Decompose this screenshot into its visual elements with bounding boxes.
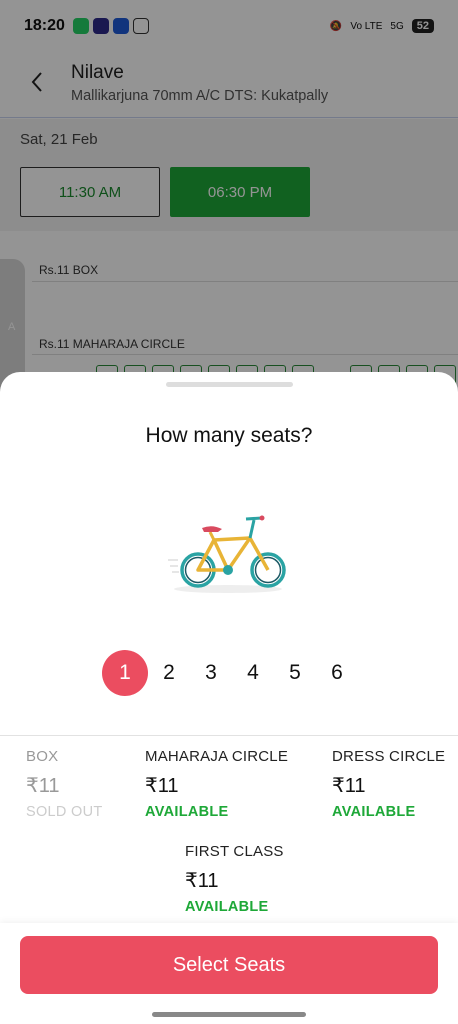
tier-status: SOLD OUT: [26, 804, 103, 820]
tier-name: MAHARAJA CIRCLE: [145, 748, 289, 765]
sheet-divider: [0, 735, 458, 736]
tier-maharaja-circle: MAHARAJA CIRCLE ₹11 AVAILABLE: [145, 748, 288, 820]
tier-name: BOX: [26, 748, 59, 765]
tier-price: ₹11: [185, 870, 219, 892]
tier-price: ₹11: [26, 775, 60, 797]
tier-first-class: FIRST CLASS ₹11 AVAILABLE: [185, 843, 284, 915]
seat-count-selector: 1 2 3 4 5 6: [102, 650, 358, 696]
bicycle-illustration-icon: [168, 515, 286, 593]
tier-price: ₹11: [145, 775, 179, 797]
seat-count-option[interactable]: 6: [316, 650, 358, 696]
seat-count-option[interactable]: 2: [148, 650, 190, 696]
sheet-drag-handle[interactable]: [166, 382, 293, 387]
tier-name: DRESS CIRCLE: [332, 748, 446, 765]
tier-status: AVAILABLE: [145, 804, 229, 820]
sheet-title: How many seats?: [145, 424, 313, 447]
seat-count-option[interactable]: 4: [232, 650, 274, 696]
sheet-footer: Select Seats: [0, 923, 458, 1024]
seat-count-option[interactable]: 3: [190, 650, 232, 696]
seat-count-option[interactable]: 5: [274, 650, 316, 696]
gesture-nav-bar[interactable]: [152, 1012, 306, 1017]
tier-box: BOX ₹11 SOLD OUT: [26, 748, 103, 820]
tier-status: AVAILABLE: [332, 804, 416, 820]
tier-price: ₹11: [332, 775, 366, 797]
select-seats-button[interactable]: Select Seats: [20, 936, 438, 994]
tier-status: AVAILABLE: [185, 899, 269, 915]
seat-count-option[interactable]: 1: [102, 650, 148, 696]
tier-name: FIRST CLASS: [185, 843, 284, 860]
seat-count-sheet: How many seats? 1 2 3 4 5 6 BOX ₹11 SOLD…: [0, 372, 458, 1024]
tier-dress-circle: DRESS CIRCLE ₹11 AVAILABLE: [332, 748, 445, 820]
